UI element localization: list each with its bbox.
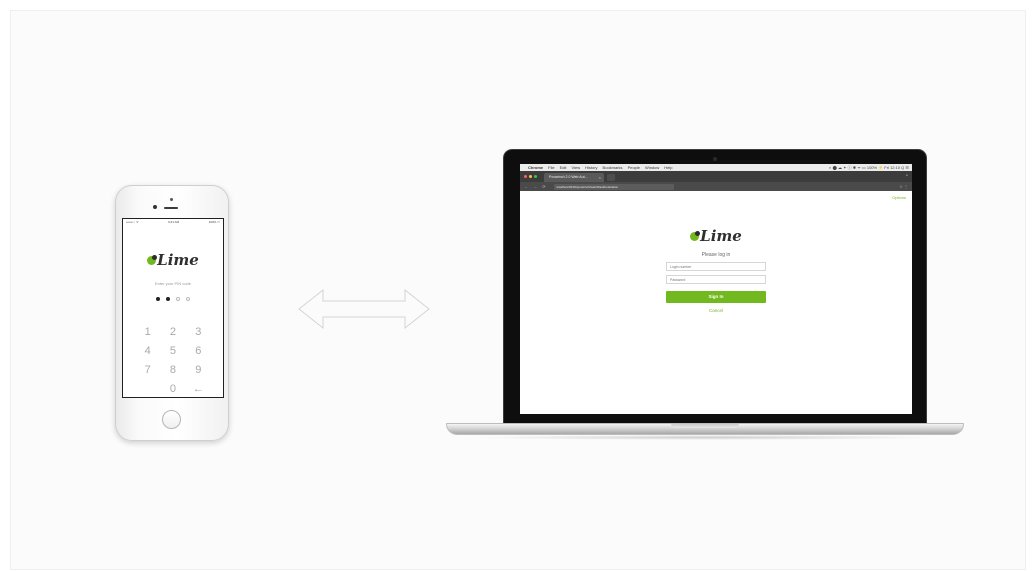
phone-speaker xyxy=(164,207,178,209)
menubar-items: File Edit View History Bookmarks People Window… xyxy=(548,165,672,170)
nav-buttons[interactable]: ← → ⟳ xyxy=(524,184,548,189)
login-number-input[interactable] xyxy=(666,262,766,271)
keypad-blank xyxy=(135,382,160,396)
home-button-icon[interactable] xyxy=(162,410,181,429)
laptop-shadow xyxy=(470,435,940,440)
carrier-signal: •••oo ○ ᯤ xyxy=(126,220,139,224)
pin-dot xyxy=(176,297,180,301)
close-window-button[interactable] xyxy=(524,175,527,178)
keypad-key[interactable]: 2 xyxy=(160,325,185,339)
phone-camera xyxy=(153,205,157,209)
password-input[interactable] xyxy=(666,275,766,284)
phone-sensor xyxy=(170,198,173,201)
menubar-app-name[interactable]: Chrome xyxy=(528,165,543,170)
browser-menu-icon[interactable]: ☆ ⋮ xyxy=(899,184,908,189)
phone-status-bar: •••oo ○ ᯤ 9:41 AM 100% ▭ xyxy=(123,219,223,225)
lime-logo-icon xyxy=(690,231,701,242)
menubar-item[interactable]: Window xyxy=(645,165,659,170)
web-lime-logo: Lime xyxy=(520,227,912,246)
keypad-key[interactable]: 6 xyxy=(186,344,211,358)
menubar-item[interactable]: View xyxy=(571,165,580,170)
url-input[interactable]: localhost:8100/povarinch/web/#/authentic… xyxy=(553,183,674,190)
cancel-link[interactable]: Cancel xyxy=(666,308,766,313)
laptop-screen: Chrome File Edit View History Bookmarks Peopl… xyxy=(520,164,912,414)
keypad-key[interactable]: 7 xyxy=(135,363,160,377)
maximize-window-button[interactable] xyxy=(534,175,537,178)
keypad-key[interactable]: 3 xyxy=(186,325,211,339)
canvas: •••oo ○ ᯤ 9:41 AM 100% ▭ Lime Enter your… xyxy=(10,10,1026,570)
sign-in-button[interactable]: Sign In xyxy=(666,291,766,303)
keypad-key[interactable]: 0 xyxy=(160,382,185,396)
menubar-item[interactable]: Edit xyxy=(560,165,567,170)
keypad-key[interactable]: 1 xyxy=(135,325,160,339)
browser-addressbar: ← → ⟳ localhost:8100/povarinch/web/#/aut… xyxy=(520,182,912,191)
login-subtitle: Please log in xyxy=(701,252,731,258)
new-tab-button[interactable] xyxy=(607,174,615,181)
lime-logo-icon xyxy=(147,255,158,266)
pin-indicator xyxy=(123,297,223,301)
profile-icon[interactable]: ◔ xyxy=(905,173,908,179)
phone-device: •••oo ○ ᯤ 9:41 AM 100% ▭ Lime Enter your… xyxy=(115,185,229,441)
status-time: 9:41 AM xyxy=(168,220,180,224)
menubar-item[interactable]: History xyxy=(585,165,597,170)
laptop-camera xyxy=(713,157,717,161)
laptop-device: Chrome File Edit View History Bookmarks Peopl… xyxy=(503,149,927,435)
logo-wordmark: Lime xyxy=(700,227,742,245)
pin-dot xyxy=(156,297,160,301)
menubar-item[interactable]: Bookmarks xyxy=(603,165,623,170)
keypad-key[interactable]: 9 xyxy=(186,363,211,377)
backspace-key[interactable]: ← xyxy=(186,382,211,396)
minimize-window-button[interactable] xyxy=(529,175,532,178)
double-arrow-icon xyxy=(298,288,430,330)
laptop-base xyxy=(446,423,964,435)
pin-dot xyxy=(186,297,190,301)
browser-tabstrip: Povarinch 2.0 Web Aut... × ◔ xyxy=(520,171,912,182)
tab-close-icon[interactable]: × xyxy=(599,173,601,182)
logo-wordmark: Lime xyxy=(157,251,199,269)
tab-title: Povarinch 2.0 Web Aut... xyxy=(549,175,588,179)
mac-menubar: Chrome File Edit View History Bookmarks Peopl… xyxy=(520,164,912,171)
browser-tab[interactable]: Povarinch 2.0 Web Aut... × xyxy=(544,173,604,182)
menubar-status: ◐ ⬤ ☁ ✦ ⓘ ✱ ᯤ ▭ 100% ⚡ Fri 12:10 Q ☰ xyxy=(828,164,909,170)
phone-screen: •••oo ○ ᯤ 9:41 AM 100% ▭ Lime Enter your… xyxy=(122,218,224,398)
menubar-item[interactable]: People xyxy=(628,165,640,170)
pin-dot xyxy=(166,297,170,301)
web-login-page: Options Lime Please log in Sign In Cance… xyxy=(520,191,912,414)
options-link[interactable]: Options xyxy=(892,195,906,200)
keypad-key[interactable]: 4 xyxy=(135,344,160,358)
phone-lime-logo: Lime xyxy=(123,251,223,270)
laptop-notch xyxy=(671,424,739,428)
pin-keypad: 1 2 3 4 5 6 7 8 9 0 ← xyxy=(135,325,211,396)
keypad-key[interactable]: 8 xyxy=(160,363,185,377)
menubar-item[interactable]: Help xyxy=(664,165,672,170)
menubar-item[interactable]: File xyxy=(548,165,554,170)
keypad-key[interactable]: 5 xyxy=(160,344,185,358)
battery-indicator: 100% ▭ xyxy=(208,220,220,224)
pin-prompt: Enter your PIN code xyxy=(154,281,192,286)
